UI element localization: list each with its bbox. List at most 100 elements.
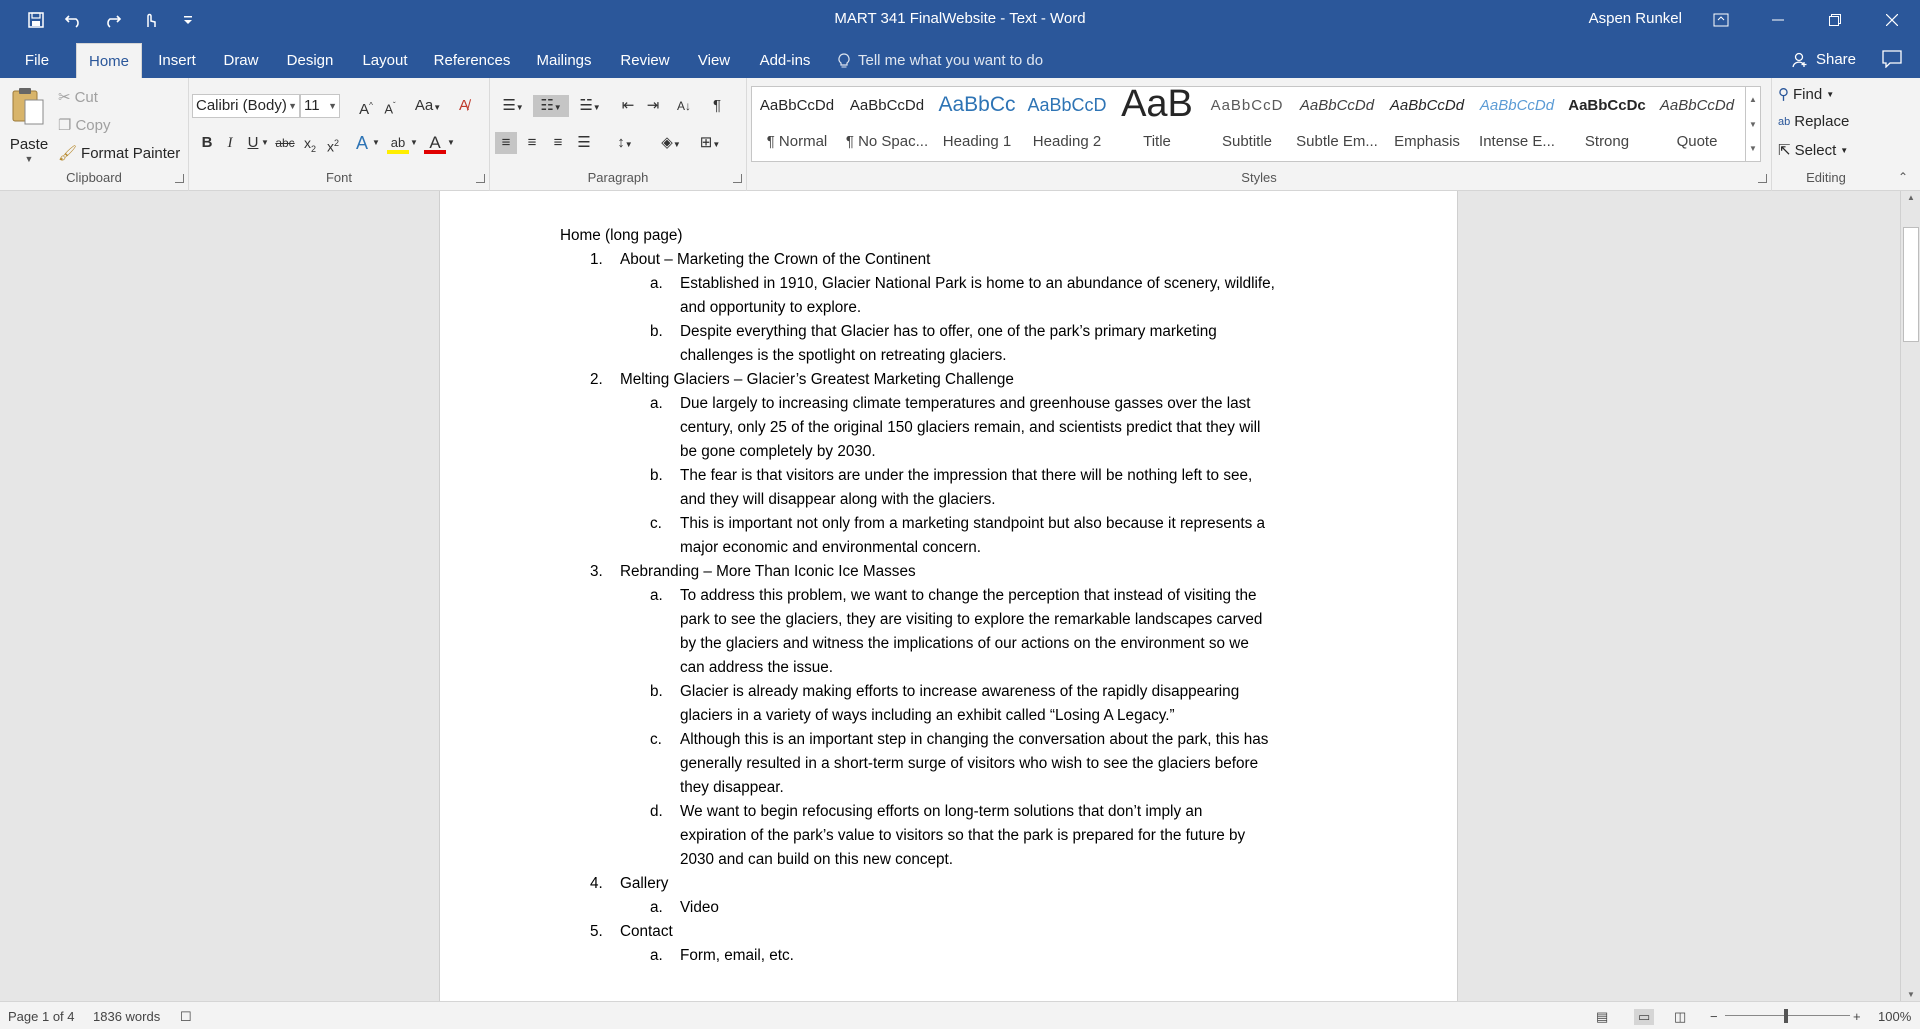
show-formatting-marks-icon[interactable]: ¶ (706, 95, 728, 117)
read-mode-icon[interactable]: ▤ (1596, 1009, 1608, 1025)
list-item[interactable]: 3. Rebranding – More Than Iconic Ice Mass… (560, 560, 1340, 584)
collapse-ribbon-icon[interactable]: ⌃ (1898, 170, 1908, 184)
minimize-icon[interactable] (1749, 0, 1806, 40)
sub-list-item[interactable]: c. This is important not only from a mark… (560, 512, 1340, 536)
text-effects-dropdown-icon[interactable]: ▼ (370, 132, 382, 154)
sub-list-item[interactable]: b. The fear is that visitors are under th… (560, 464, 1340, 488)
styles-gallery-scroll[interactable]: ▲ ▼ ▼ (1745, 86, 1761, 162)
web-layout-icon[interactable]: ◫ (1674, 1009, 1686, 1025)
tab-view[interactable]: View (691, 40, 737, 78)
style-subtle-emphasis[interactable]: AaBbCcDd Subtle Em... (1292, 87, 1382, 161)
list-item[interactable]: 2. Melting Glaciers – Glacier’s Greatest … (560, 368, 1340, 392)
sub-list-item[interactable]: can address the issue. (560, 656, 1340, 680)
share-button[interactable]: Share (1792, 51, 1856, 68)
shading-icon[interactable]: ◈▼ (655, 132, 687, 154)
close-icon[interactable] (1863, 0, 1920, 40)
style-heading-2[interactable]: AaBbCcD Heading 2 (1022, 87, 1112, 161)
zoom-in-icon[interactable]: + (1853, 1009, 1861, 1024)
tab-review[interactable]: Review (614, 40, 676, 78)
scroll-down-icon[interactable]: ▼ (1746, 112, 1760, 137)
ribbon-display-options-icon[interactable] (1692, 0, 1749, 40)
sub-list-item[interactable]: park to see the glaciers, they are visit… (560, 608, 1340, 632)
font-color-icon[interactable]: A (424, 132, 446, 154)
style-subtitle[interactable]: AaBbCcD Subtitle (1202, 87, 1292, 161)
sub-list-item[interactable]: century, only 25 of the original 150 gla… (560, 416, 1340, 440)
underline-dropdown-icon[interactable]: ▼ (259, 132, 271, 154)
vertical-scrollbar[interactable]: ▲ ▼ (1900, 191, 1920, 1001)
highlight-dropdown-icon[interactable]: ▼ (408, 132, 420, 154)
format-painter-button[interactable]: 🖌 Format Painter (58, 144, 180, 163)
tab-mailings[interactable]: Mailings (529, 40, 599, 78)
copy-button[interactable]: ❐ Copy (58, 116, 110, 135)
paste-button[interactable]: Paste ▼ (8, 86, 50, 166)
align-right-icon[interactable]: ≡ (547, 132, 569, 154)
style-strong[interactable]: AaBbCcDc Strong (1562, 87, 1652, 161)
paste-dropdown-icon[interactable]: ▼ (8, 154, 50, 164)
grow-font-icon[interactable]: A^ (355, 95, 377, 118)
style-normal[interactable]: AaBbCcDd ¶ Normal (752, 87, 842, 161)
scroll-up-icon[interactable]: ▲ (1746, 87, 1760, 112)
decrease-indent-icon[interactable]: ⇤ (617, 95, 639, 117)
style-title[interactable]: AaB Title (1112, 83, 1202, 161)
subscript-icon[interactable]: x2 (299, 132, 321, 154)
tab-file[interactable]: File (14, 40, 60, 78)
zoom-out-icon[interactable]: − (1710, 1009, 1718, 1024)
tab-home[interactable]: Home (76, 43, 142, 78)
zoom-level[interactable]: 100% (1878, 1009, 1911, 1024)
sub-list-item[interactable]: b. Glacier is already making efforts to i… (560, 680, 1340, 704)
document-body[interactable]: Home (long page) 1. About – Marketing the… (560, 224, 1340, 968)
tab-references[interactable]: References (430, 40, 514, 78)
justify-icon[interactable]: ☰ (573, 132, 595, 154)
document-page[interactable]: Home (long page) 1. About – Marketing the… (439, 191, 1458, 1001)
document-heading[interactable]: Home (long page) (560, 224, 1340, 248)
scroll-up-icon[interactable]: ▲ (1901, 193, 1920, 202)
tab-design[interactable]: Design (280, 40, 340, 78)
sub-list-item[interactable]: by the glaciers and witness the implicat… (560, 632, 1340, 656)
print-layout-icon[interactable]: ▭ (1634, 1009, 1655, 1025)
italic-icon[interactable]: I (219, 132, 241, 154)
borders-icon[interactable]: ⊞▼ (694, 132, 726, 154)
numbering-icon[interactable]: ☷▼ (533, 95, 569, 117)
style-intense-emphasis[interactable]: AaBbCcDd Intense E... (1472, 87, 1562, 161)
restore-icon[interactable] (1806, 0, 1863, 40)
sub-list-item[interactable]: 2030 and can build on this new concept. (560, 848, 1340, 872)
scrollbar-thumb[interactable] (1903, 227, 1919, 342)
bold-icon[interactable]: B (196, 132, 218, 154)
bullets-icon[interactable]: ☰▼ (495, 95, 531, 117)
word-count[interactable]: 1836 words (93, 1009, 160, 1024)
replace-button[interactable]: ab Replace (1778, 113, 1849, 130)
style-heading-1[interactable]: AaBbCc Heading 1 (932, 87, 1022, 161)
sub-list-item[interactable]: c. Although this is an important step in … (560, 728, 1340, 752)
sub-list-item[interactable]: they disappear. (560, 776, 1340, 800)
list-item[interactable]: 1. About – Marketing the Crown of the Con… (560, 248, 1340, 272)
sub-list-item[interactable]: generally resulted in a short-term surge… (560, 752, 1340, 776)
proofing-icon[interactable]: ☐ (180, 1009, 192, 1025)
styles-dialog-launcher-icon[interactable] (1758, 174, 1767, 183)
line-spacing-icon[interactable]: ↕▼ (609, 132, 641, 154)
style-quote[interactable]: AaBbCcDd Quote (1652, 87, 1742, 161)
align-left-icon[interactable]: ≡ (495, 132, 517, 154)
sub-list-item[interactable]: challenges is the spotlight on retreatin… (560, 344, 1340, 368)
sub-list-item[interactable]: expiration of the park’s value to visito… (560, 824, 1340, 848)
sub-list-item[interactable]: and opportunity to explore. (560, 296, 1340, 320)
sub-list-item[interactable]: b. Despite everything that Glacier has to… (560, 320, 1340, 344)
tab-layout[interactable]: Layout (355, 40, 415, 78)
zoom-slider-thumb[interactable] (1784, 1009, 1788, 1023)
style-no-spacing[interactable]: AaBbCcDd ¶ No Spac... (842, 87, 932, 161)
style-emphasis[interactable]: AaBbCcDd Emphasis (1382, 87, 1472, 161)
paragraph-dialog-launcher-icon[interactable] (733, 174, 742, 183)
font-dialog-launcher-icon[interactable] (476, 174, 485, 183)
superscript-icon[interactable]: x2 (322, 132, 344, 155)
change-case-button[interactable]: Aa▼ (411, 95, 445, 117)
comments-icon[interactable] (1882, 50, 1902, 72)
font-size-combo[interactable]: 11 ▼ (300, 94, 340, 118)
sub-list-item[interactable]: and they will disappear along with the g… (560, 488, 1340, 512)
page-count[interactable]: Page 1 of 4 (8, 1009, 75, 1024)
list-item[interactable]: 4. Gallery (560, 872, 1340, 896)
sub-list-item[interactable]: be gone completely by 2030. (560, 440, 1340, 464)
sub-list-item[interactable]: a. Established in 1910, Glacier National … (560, 272, 1340, 296)
sort-icon[interactable]: A↓ (673, 95, 695, 117)
clear-formatting-icon[interactable]: A̸ (453, 95, 475, 117)
user-name[interactable]: Aspen Runkel (1589, 10, 1682, 27)
increase-indent-icon[interactable]: ⇥ (642, 95, 664, 117)
